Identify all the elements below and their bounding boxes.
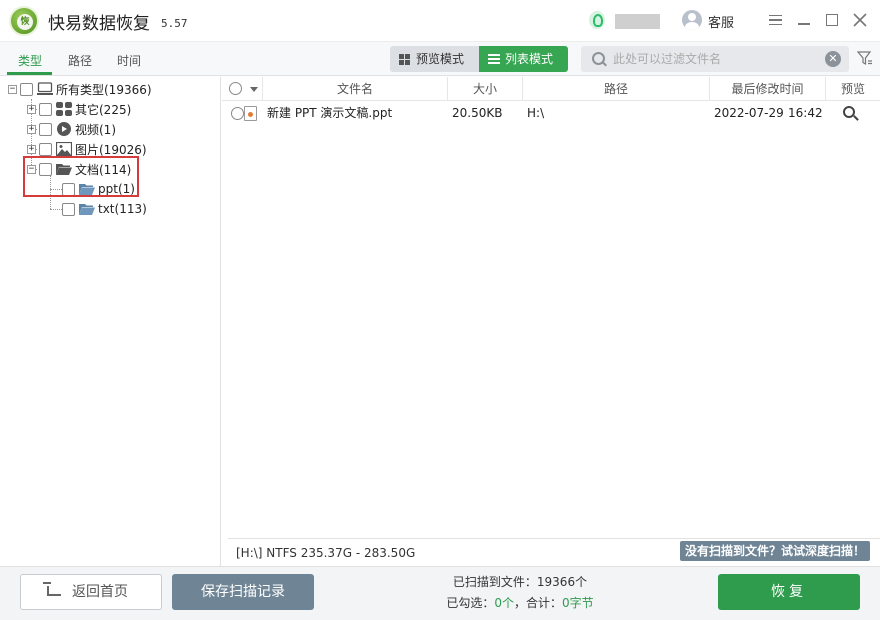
close-icon [853,13,867,27]
column-size[interactable]: 大小 [448,77,523,101]
chevron-down-icon[interactable] [250,87,258,92]
checked-count: 0个 [494,596,514,610]
menu-icon [769,15,782,25]
bottom-bar: 返回首页 保存扫描记录 已扫描到文件：19366个 已勾选：0个，合计：0字节 … [0,566,880,620]
search-icon [592,52,605,65]
deep-scan-button[interactable]: 没有扫描到文件？试试深度扫描！ [680,541,870,561]
tree-item-label: 其它(225) [75,102,132,117]
minimize-button[interactable] [794,10,814,30]
recover-button[interactable]: 恢复 [718,574,860,610]
list-mode-button[interactable]: 列表模式 [479,46,568,72]
maximize-icon [826,14,838,26]
tree-item-label: 图片(19026) [75,142,147,157]
column-modified[interactable]: 最后修改时间 [710,77,826,101]
image-icon [55,141,73,157]
search-box: ✕ [581,46,849,72]
tree-item-label: 视频(1) [75,122,116,137]
tree-checkbox[interactable] [20,82,33,96]
back-home-button[interactable]: 返回首页 [20,574,162,610]
save-scan-record-button[interactable]: 保存扫描记录 [172,574,314,610]
computer-icon [37,82,53,96]
file-name: 新建 PPT 演示文稿.ppt [267,106,393,120]
file-time: 16:42 [788,106,823,120]
view-mode-switch: 预览模式 列表模式 [390,46,568,72]
column-header: 文件名 大小 路径 最后修改时间 预览 [222,77,880,101]
tree-checkbox[interactable] [39,142,52,156]
total-size: 0字节 [562,596,594,610]
file-path: H:\ [527,106,545,120]
scanned-prefix: 已扫描到文件： [452,575,537,589]
column-filename[interactable]: 文件名 [263,77,448,101]
preview-mode-label: 预览模式 [416,52,465,66]
app-title: 快易数据恢复 [48,14,150,34]
file-checkbox[interactable] [231,107,244,120]
file-size: 20.50KB [452,106,503,120]
expand-icon[interactable]: + [27,124,36,134]
back-arrow-icon [43,582,61,596]
file-row[interactable]: 新建 PPT 演示文稿.ppt 20.50KB H:\ 2022-07-29 1… [222,102,880,124]
file-type-tree: − 所有类型(19366) + 其它(225) + 视频(1) + 图片(190… [0,77,221,567]
list-icon [488,54,500,64]
collapse-icon[interactable]: − [8,84,17,94]
tree-item-txt[interactable]: txt(113) [62,200,147,218]
customer-service-icon[interactable] [682,10,702,30]
tree-checkbox[interactable] [39,102,52,116]
selection-highlight [23,156,139,197]
scanned-line: 已扫描到文件：19366个 [400,572,640,593]
toolbar: 类型 路径 时间 预览模式 列表模式 ✕ [0,42,880,76]
title-bar: 恢 快易数据恢复 5.57 客服 [0,0,880,42]
scanned-count: 19366个 [536,575,588,589]
checked-line: 已勾选：0个，合计：0字节 [400,593,640,614]
tree-item-label: txt(113) [98,202,147,216]
video-icon [56,122,72,136]
filename-filter-input[interactable] [613,49,813,69]
list-mode-label: 列表模式 [505,52,554,66]
app-version: 5.57 [161,17,188,30]
tree-item-video[interactable]: + 视频(1) [27,120,116,138]
preview-magnifier-icon[interactable] [843,106,855,118]
user-account-icon[interactable] [589,11,605,29]
disk-info: [H:\] NTFS 235.37G - 283.50G [236,546,416,560]
tab-time[interactable]: 时间 [117,52,141,69]
expand-icon[interactable]: + [27,144,36,154]
menu-button[interactable] [766,10,786,30]
ppt-file-icon [244,106,257,121]
checked-prefix: 已勾选： [446,596,495,610]
tree-connector [50,209,62,210]
tree-item-all-types[interactable]: − 所有类型(19366) [8,80,152,98]
select-all-checkbox[interactable] [229,82,242,95]
close-button[interactable] [850,10,870,30]
total-prefix: ，合计： [514,596,563,610]
active-tab-indicator [7,72,52,75]
user-name-redacted[interactable] [615,14,660,29]
other-files-icon [56,102,72,116]
tab-type[interactable]: 类型 [18,52,42,69]
status-bar: [H:\] NTFS 235.37G - 283.50G 没有扫描到文件？试试深… [228,538,880,566]
preview-mode-button[interactable]: 预览模式 [390,46,479,72]
filter-icon[interactable] [856,50,873,66]
expand-icon[interactable]: + [27,104,36,114]
select-all-column[interactable] [222,77,263,101]
back-home-label: 返回首页 [72,584,128,600]
clear-search-icon[interactable]: ✕ [825,51,841,67]
scan-summary: 已扫描到文件：19366个 已勾选：0个，合计：0字节 [400,572,640,614]
tab-path[interactable]: 路径 [68,52,92,69]
tree-checkbox[interactable] [62,202,75,216]
tree-item-other[interactable]: + 其它(225) [27,100,131,118]
logo-mark: 恢 [17,14,33,30]
minimize-icon [798,23,810,25]
tree-item-label: 所有类型(19366) [56,82,152,97]
column-preview: 预览 [840,82,865,96]
maximize-button[interactable] [822,10,842,30]
file-list: 文件名 大小 路径 最后修改时间 预览 新建 PPT 演示文稿.ppt 20.5… [222,77,880,567]
grid-icon [399,54,410,65]
app-logo: 恢 [9,6,39,36]
folder-open-icon [79,202,95,216]
file-date: 2022-07-29 [714,106,784,120]
column-path[interactable]: 路径 [523,77,710,101]
customer-service-link[interactable]: 客服 [708,12,734,31]
tree-checkbox[interactable] [39,122,52,136]
